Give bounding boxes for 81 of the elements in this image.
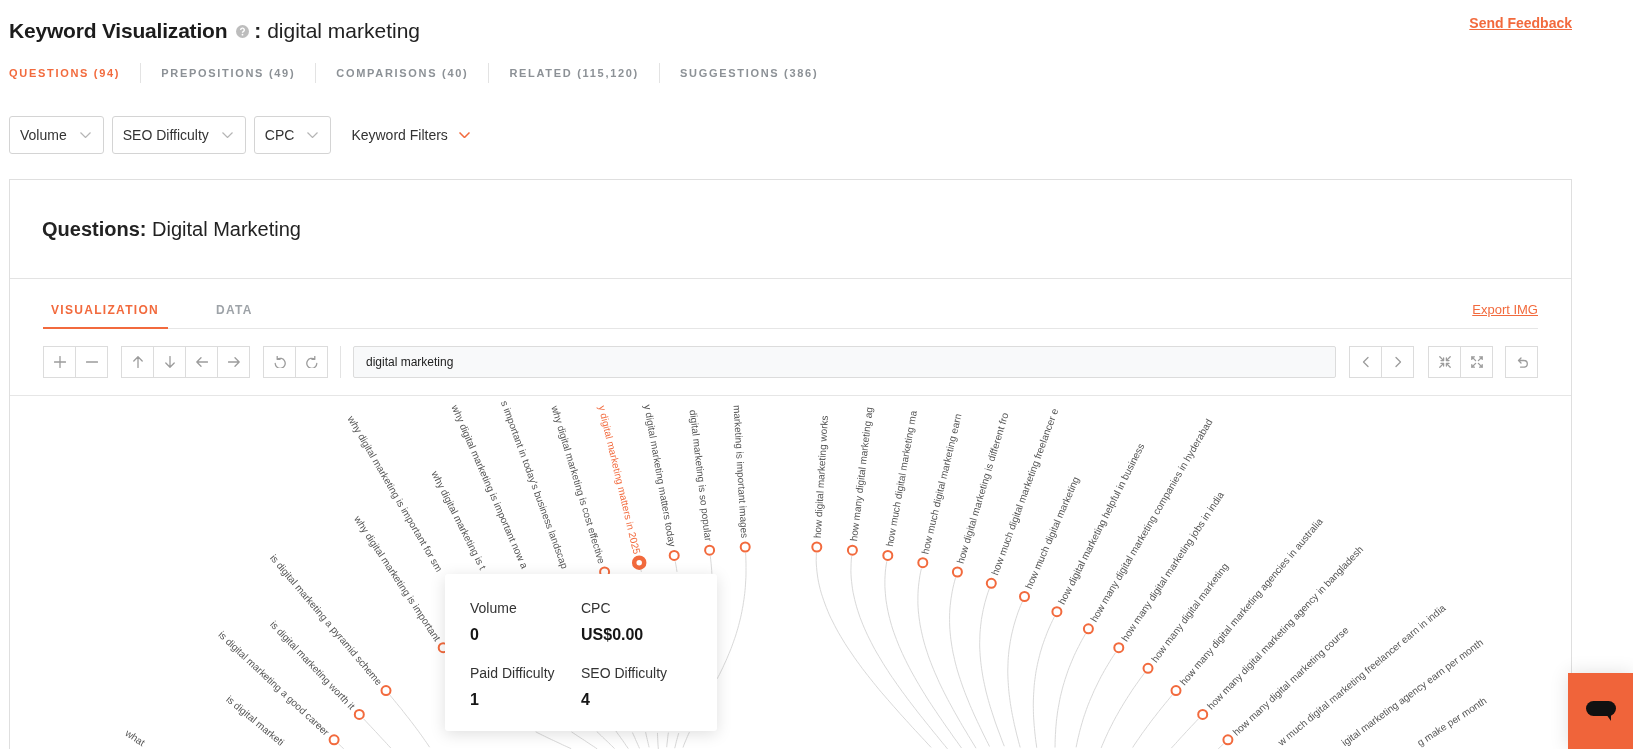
tree-node[interactable] [846, 544, 858, 556]
tree-node[interactable] [1019, 591, 1030, 602]
metric-value: 0 [470, 625, 480, 645]
move-left-button[interactable] [185, 346, 218, 378]
rotate-left-button[interactable] [263, 346, 296, 378]
node-label: y digital marketing matters today [642, 403, 678, 548]
filter-dropdown[interactable]: Volume [9, 116, 104, 154]
export-link[interactable]: Export IMG [1472, 302, 1538, 318]
feedback-link[interactable]: Send Feedback [1469, 14, 1572, 32]
tree-node[interactable] [1142, 662, 1154, 674]
tree-node[interactable] [1051, 606, 1063, 618]
filter-dropdown[interactable]: CPC [253, 116, 332, 154]
plus-icon [53, 356, 66, 368]
keyword-text: : digital marketing [254, 18, 421, 44]
category-tab[interactable]: COMPARISONS (40) [316, 62, 489, 84]
undo-icon [1515, 356, 1528, 368]
tree-node[interactable] [1082, 623, 1094, 635]
category-tab[interactable]: QUESTIONS (94) [9, 62, 141, 84]
rotate-left-icon [273, 356, 286, 368]
tree-node[interactable] [811, 541, 823, 553]
tree-node[interactable] [704, 544, 716, 556]
help-icon [236, 24, 250, 38]
tree-node[interactable] [1222, 734, 1234, 746]
tree-node[interactable] [1170, 685, 1182, 697]
node-label: how digital marketing works [811, 415, 830, 539]
rotate-right-icon [305, 356, 318, 368]
expand-icon [1470, 356, 1483, 368]
zoom-out-button[interactable] [75, 346, 108, 378]
expand-button[interactable] [1460, 346, 1493, 378]
card-title: Questions: Digital Marketing [42, 217, 301, 241]
tree-node[interactable] [668, 549, 680, 561]
node-label: digital marketing is so popular [687, 409, 714, 542]
chevron-down-icon [307, 132, 319, 138]
tree-node[interactable] [882, 549, 894, 561]
tree-node[interactable] [353, 708, 365, 720]
metric-label: Volume [470, 599, 518, 617]
metric-label: Paid Difficulty [470, 664, 556, 682]
arrow-left-icon [195, 356, 208, 368]
category-tab[interactable]: RELATED (115,120) [489, 62, 659, 84]
node-label: how much digital marketing ma [884, 409, 919, 548]
page-title: Keyword Visualization [9, 18, 228, 44]
tree-node[interactable] [1197, 708, 1209, 720]
collapse-icon [1438, 356, 1451, 368]
tree-node[interactable] [631, 555, 647, 570]
filter-menu-button[interactable]: Keyword Filters [339, 116, 470, 154]
arrow-right-icon [227, 356, 240, 368]
tree-node[interactable] [917, 557, 929, 569]
node-label: what [123, 727, 147, 749]
filter-dropdown[interactable]: SEO Difficulty [111, 116, 246, 154]
chevron-down-icon [79, 132, 91, 138]
chevron-down-icon [221, 132, 233, 138]
node-label: marketing is important images [731, 404, 751, 539]
collapse-button[interactable] [1428, 346, 1461, 378]
view-tab[interactable]: VISUALIZATION [43, 297, 168, 329]
metric-value: US$0.00 [581, 625, 645, 645]
view-tab[interactable]: DATA [208, 297, 262, 329]
chat-button[interactable] [1568, 673, 1633, 749]
reset-button[interactable] [1505, 346, 1538, 378]
search-field[interactable]: digital marketing [353, 346, 1336, 378]
zoom-in-button[interactable] [43, 346, 76, 378]
chevron-down-icon [458, 132, 470, 138]
category-tab[interactable]: SUGGESTIONS (386) [659, 62, 839, 84]
tree-node[interactable] [380, 685, 392, 697]
tree-node[interactable] [1113, 642, 1125, 654]
metric-value: 1 [470, 690, 480, 710]
speech-bubble-icon [1585, 700, 1616, 722]
tree-node[interactable] [328, 734, 340, 746]
move-up-button[interactable] [121, 346, 154, 378]
move-right-button[interactable] [217, 346, 250, 378]
metric-value: 4 [581, 690, 591, 710]
arrow-up-icon [131, 356, 144, 368]
tree-node[interactable] [985, 577, 997, 589]
tree-node[interactable] [951, 566, 963, 578]
arrow-down-icon [163, 356, 176, 368]
category-tab[interactable]: PREPOSITIONS (49) [141, 62, 316, 84]
rotate-right-button[interactable] [295, 346, 328, 378]
node-label: how many digital marketing ag [848, 406, 875, 542]
metric-label: SEO Difficulty [581, 664, 669, 682]
move-down-button[interactable] [153, 346, 186, 378]
metric-label: CPC [581, 599, 612, 617]
tree-node[interactable] [739, 541, 751, 553]
